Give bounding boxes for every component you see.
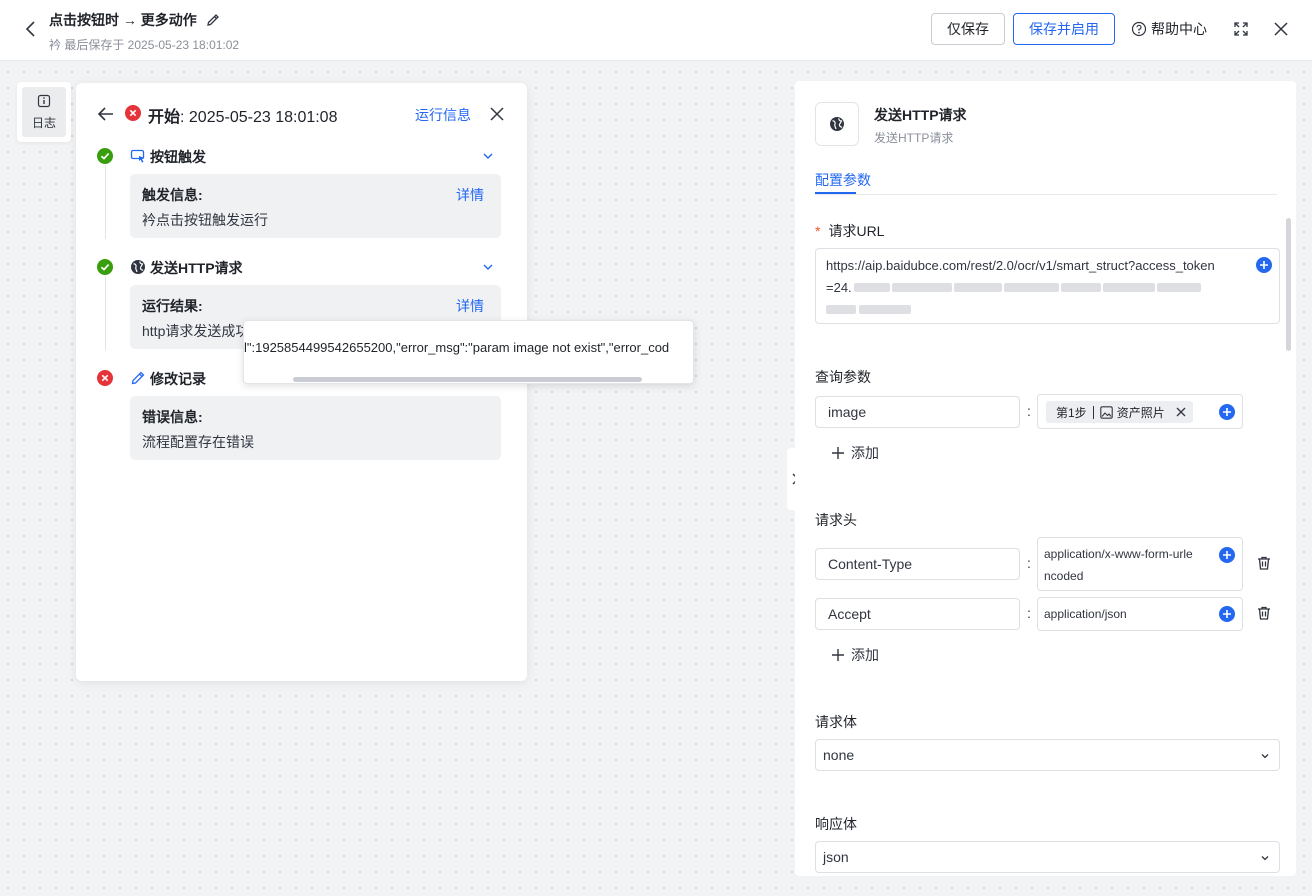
close-icon[interactable] — [487, 104, 507, 124]
insert-variable-icon[interactable] — [1219, 547, 1235, 563]
step-title: 修改记录 — [150, 371, 206, 387]
response-body-label: 响应体 — [815, 816, 857, 832]
step-card: 错误信息: 流程配置存在错误 — [130, 396, 501, 460]
card-value: 流程配置存在错误 — [142, 434, 254, 450]
header-value-line: ncoded — [1044, 569, 1084, 583]
response-body-value: json — [823, 849, 849, 865]
page-title: 点击按钮时 → 更多动作 — [49, 12, 197, 28]
horizontal-scrollbar[interactable] — [293, 377, 642, 382]
question-circle-icon — [1131, 21, 1147, 37]
log-tab-label: 日志 — [31, 115, 56, 130]
add-query-param-button[interactable]: 添加 — [831, 443, 879, 463]
result-tooltip: l":1925854499542655200,"error_msg":"para… — [243, 320, 694, 384]
pencil-icon — [131, 371, 145, 385]
node-icon-box — [815, 102, 859, 146]
tooltip-text: l":1925854499542655200,"error_msg":"para… — [244, 340, 670, 355]
url-input[interactable]: https://aip.baidubce.com/rest/2.0/ocr/v1… — [815, 248, 1280, 324]
save-and-enable-button[interactable]: 保存并启用 — [1013, 13, 1115, 45]
insert-variable-icon[interactable] — [1219, 606, 1235, 622]
header-value-line: application/x-www-form-urle — [1044, 547, 1193, 561]
globe-icon — [131, 260, 145, 274]
timeline-connector — [105, 165, 106, 239]
url-blurred-token — [826, 302, 921, 316]
query-key-input[interactable]: image — [815, 396, 1020, 428]
back-arrow-icon[interactable] — [20, 18, 42, 40]
card-label: 错误信息: — [142, 409, 203, 425]
insert-variable-icon[interactable] — [1219, 404, 1235, 420]
run-title: 开始: 2025-05-23 18:01:08 — [148, 103, 337, 127]
detail-link[interactable]: 详情 — [456, 296, 484, 316]
query-params-label: 查询参数 — [815, 369, 871, 385]
url-value: https://aip.baidubce.com/rest/2.0/ocr/v1… — [826, 258, 1215, 273]
header-value-input[interactable]: application/json — [1037, 597, 1243, 631]
card-label: 运行结果: — [142, 298, 203, 314]
vertical-scrollbar[interactable] — [1286, 218, 1291, 351]
node-subtitle: 发送HTTP请求 — [874, 131, 954, 145]
trash-icon[interactable] — [1256, 605, 1272, 621]
request-body-select[interactable]: none — [815, 739, 1280, 771]
image-icon — [1099, 405, 1113, 419]
title-area: 点击按钮时 → 更多动作 衿 最后保存于 2025-05-23 18:01:02 — [49, 10, 239, 53]
node-title: 发送HTTP请求 — [874, 107, 967, 123]
log-tab: 日志 — [17, 82, 71, 142]
card-value: http请求发送成功 — [142, 323, 250, 339]
success-status-icon — [97, 259, 113, 275]
top-header: 点击按钮时 → 更多动作 衿 最后保存于 2025-05-23 18:01:02… — [0, 0, 1312, 61]
info-icon — [37, 94, 51, 107]
required-star: * — [815, 223, 821, 239]
edit-title-icon[interactable] — [205, 12, 221, 28]
request-body-value: none — [823, 747, 855, 763]
response-body-select[interactable]: json — [815, 841, 1280, 873]
chevron-down-icon — [1261, 754, 1269, 759]
tab-config-params[interactable]: 配置参数 — [815, 170, 871, 190]
step-card: 触发信息: 详情 衿点击按钮触发运行 — [130, 174, 501, 238]
url-label: * 请求URL — [815, 223, 885, 239]
card-label: 触发信息: — [142, 187, 203, 203]
variable-chip: 第1步 资产照片 — [1046, 401, 1193, 423]
plus-icon — [832, 447, 844, 459]
fullscreen-icon[interactable] — [1231, 19, 1251, 39]
detail-link[interactable]: 详情 — [456, 185, 484, 205]
trash-icon[interactable] — [1256, 555, 1272, 571]
request-body-label: 请求体 — [815, 714, 857, 730]
card-value: 衿点击按钮触发运行 — [142, 212, 268, 228]
chevron-down-icon — [1261, 856, 1269, 861]
help-center-label: 帮助中心 — [1151, 21, 1207, 37]
config-panel: 发送HTTP请求 发送HTTP请求 配置参数 * 请求URL https://ai… — [795, 81, 1296, 876]
last-saved-text: 衿 最后保存于 2025-05-23 18:01:02 — [49, 38, 240, 52]
header-key-input[interactable]: Content-Type — [815, 548, 1020, 580]
header-key-input[interactable]: Accept — [815, 598, 1020, 630]
run-title-time: : 2025-05-23 18:01:08 — [180, 109, 338, 126]
back-arrow-icon[interactable] — [96, 104, 116, 124]
close-icon[interactable] — [1271, 19, 1291, 39]
headers-label: 请求头 — [815, 512, 857, 528]
chevron-down-icon[interactable] — [481, 260, 495, 274]
success-status-icon — [97, 148, 113, 164]
url-blurred-token: =24. — [826, 280, 1241, 295]
query-value-input[interactable]: 第1步 资产照片 — [1037, 394, 1243, 429]
add-header-button[interactable]: 添加 — [831, 645, 879, 665]
step-title: 发送HTTP请求 — [150, 260, 243, 276]
globe-icon — [830, 117, 844, 131]
chevron-down-icon[interactable] — [481, 149, 495, 163]
run-info-link[interactable]: 运行信息 — [415, 105, 471, 125]
run-title-prefix: 开始 — [148, 109, 181, 126]
step-title: 按钮触发 — [150, 149, 206, 165]
pointer-icon — [130, 149, 145, 163]
log-tab-button[interactable]: 日志 — [22, 87, 66, 137]
error-status-icon — [125, 105, 141, 121]
insert-variable-icon[interactable] — [1256, 257, 1272, 273]
tab-divider — [815, 194, 1277, 195]
plus-icon — [832, 649, 844, 661]
help-center-link[interactable]: 帮助中心 — [1131, 19, 1207, 39]
header-value-input[interactable]: application/x-www-form-urle ncoded — [1037, 537, 1243, 591]
chip-step: 第1步 — [1056, 405, 1087, 420]
timeline-connector — [105, 276, 106, 350]
header-value-line: application/json — [1044, 607, 1127, 621]
error-status-icon — [97, 370, 113, 386]
remove-chip-icon[interactable] — [1175, 406, 1187, 418]
chip-name: 资产照片 — [1116, 405, 1165, 420]
save-only-button[interactable]: 仅保存 — [931, 13, 1005, 45]
log-panel-header: 开始: 2025-05-23 18:01:08 运行信息 — [96, 103, 507, 127]
